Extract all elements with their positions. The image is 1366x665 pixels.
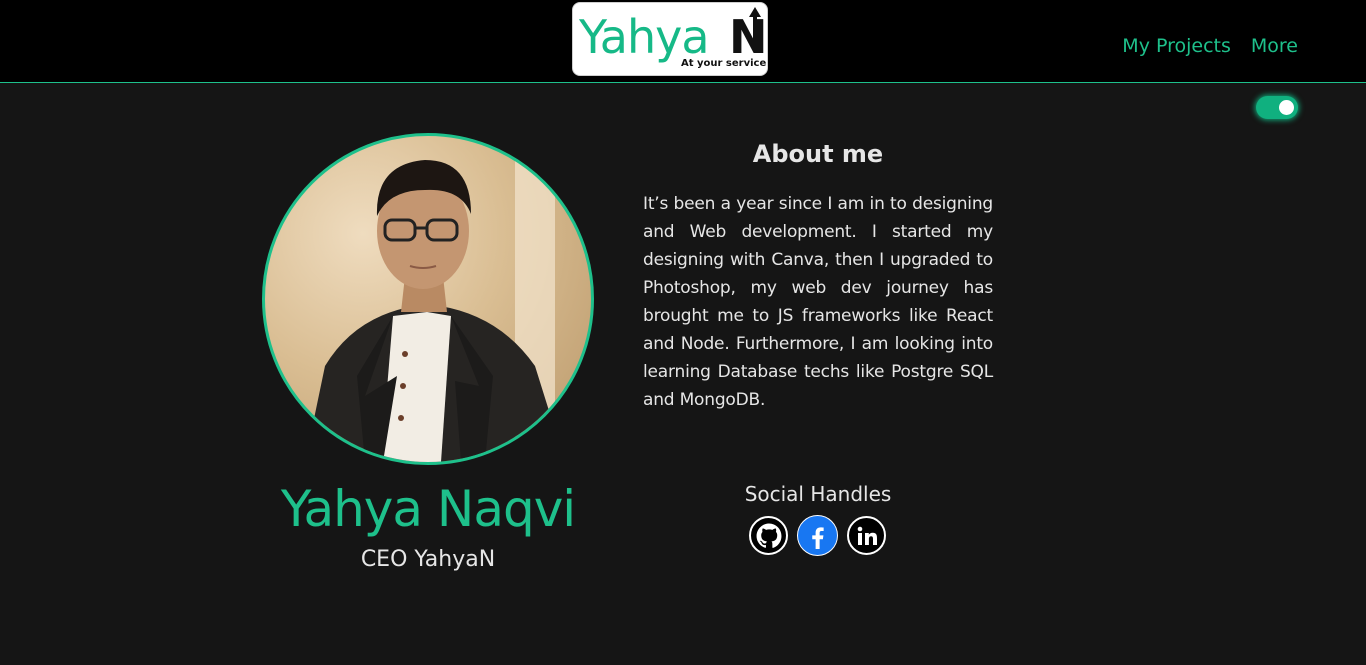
about-heading: About me [752,140,884,168]
logo-tagline: At your service [681,58,767,69]
profile-name: Yahya Naqvi [280,480,576,538]
github-link[interactable] [749,516,788,555]
site-logo[interactable]: Yahya N At your service [572,2,768,76]
facebook-link[interactable] [798,516,837,555]
facebook-icon [811,526,824,549]
nav-my-projects[interactable]: My Projects [1122,33,1231,59]
top-navbar: Yahya N At your service My Projects More [0,0,1366,83]
social-links [749,516,886,555]
about-paragraph: It’s been a year since I am in to design… [643,194,993,410]
github-icon [756,523,781,548]
profile-photo [262,133,594,465]
theme-toggle[interactable] [1256,96,1298,119]
nav-more[interactable]: More [1251,33,1298,59]
social-heading: Social Handles [744,482,892,506]
portrait-illustration [305,136,565,462]
linkedin-link[interactable] [847,516,886,555]
logo-arrow-icon [749,7,761,43]
main-nav: My Projects More [1122,33,1298,59]
toggle-knob [1279,100,1294,115]
linkedin-icon [857,526,877,545]
profile-role: CEO YahyaN [360,547,496,572]
